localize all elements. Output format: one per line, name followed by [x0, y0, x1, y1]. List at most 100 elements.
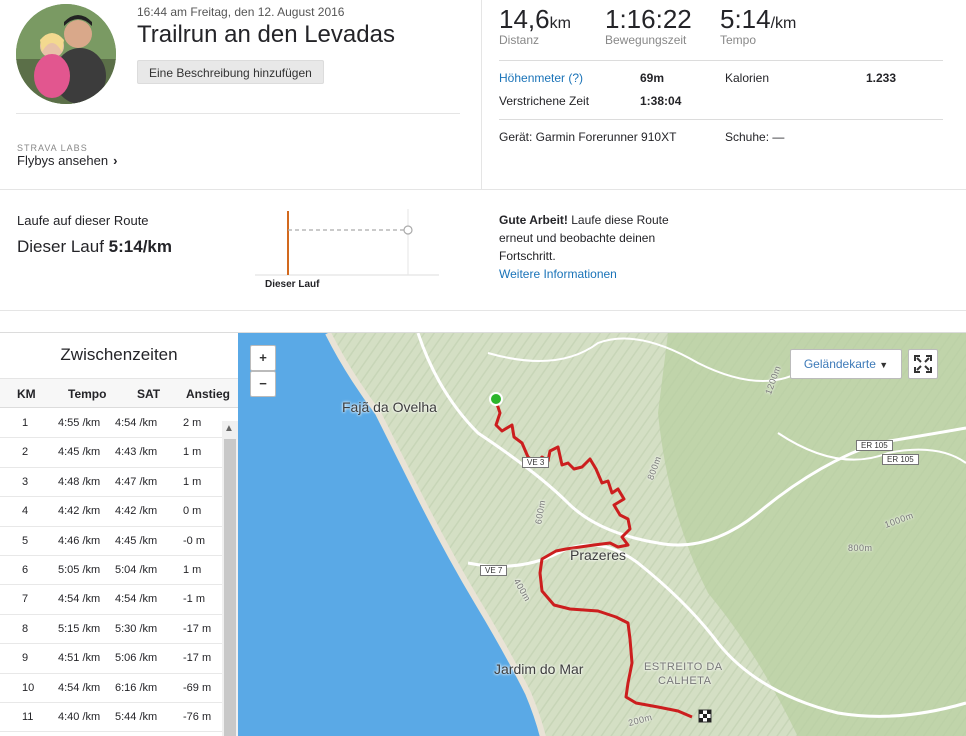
table-row[interactable]: 7 4:54 /km 4:54 /km -1 m [0, 585, 222, 615]
split-sat: 5:04 /km [115, 563, 158, 576]
chevron-up-icon[interactable]: ▲ [224, 423, 234, 434]
split-tempo: 5:05 /km [58, 563, 101, 576]
split-sat: 4:54 /km [115, 593, 158, 606]
table-row[interactable]: 11 4:40 /km 5:44 /km -76 m [0, 703, 222, 733]
split-sat: 4:43 /km [115, 446, 158, 459]
split-km: 8 [22, 622, 29, 635]
column-header-km: KM [17, 387, 36, 401]
distance-value: 14,6 [499, 4, 550, 34]
split-anstieg: -17 m [183, 622, 212, 635]
stat-pace: 5:14/km Tempo [720, 4, 796, 47]
split-km: 4 [22, 505, 29, 518]
divider [16, 113, 460, 114]
table-row[interactable]: 6 5:05 /km 5:04 /km 1 m [0, 556, 222, 586]
split-tempo: 4:46 /km [58, 534, 101, 547]
column-header-anstieg: Anstieg [186, 387, 231, 401]
route-start-marker [489, 392, 503, 406]
table-row[interactable]: 10 4:54 /km 6:16 /km -69 m [0, 674, 222, 703]
pace-value: 5:14 [720, 4, 771, 34]
split-km: 2 [22, 446, 29, 459]
route-title: Laufe auf dieser Route [17, 213, 149, 228]
column-header-tempo: Tempo [68, 387, 107, 401]
table-row[interactable]: 8 5:15 /km 5:30 /km -17 m [0, 615, 222, 645]
splits-header: KM Tempo SAT Anstieg [0, 378, 238, 408]
split-sat: 4:45 /km [115, 534, 158, 547]
calories-label: Kalorien [725, 71, 770, 85]
split-anstieg: 1 m [183, 446, 202, 459]
split-km: 3 [22, 475, 29, 488]
table-row[interactable]: 1 4:55 /km 4:54 /km 2 m [0, 409, 222, 439]
moving-time-label: Bewegungszeit [605, 33, 687, 47]
split-anstieg: 1 m [183, 563, 202, 576]
scrollbar-thumb[interactable] [224, 439, 236, 736]
table-row[interactable]: 9 4:51 /km 5:06 /km -17 m [0, 644, 222, 674]
route-map[interactable]: Fajã da Ovelha Prazeres Jardim do Mar ES… [238, 333, 966, 736]
caret-down-icon: ▼ [879, 360, 889, 370]
split-tempo: 4:42 /km [58, 505, 101, 518]
split-sat: 4:47 /km [115, 475, 158, 488]
activity-summary: 16:44 am Freitag, den 12. August 2016 Tr… [0, 0, 482, 190]
fullscreen-button[interactable] [908, 349, 938, 379]
split-km: 7 [22, 593, 29, 606]
split-sat: 5:06 /km [115, 652, 158, 665]
zoom-in-button[interactable]: + [250, 345, 276, 371]
split-tempo: 5:15 /km [58, 622, 101, 635]
distance-unit: km [549, 15, 571, 32]
elapsed-time-label: Verstrichene Zeit [499, 94, 590, 108]
route-current-run: Dieser Lauf 5:14/km [17, 237, 172, 257]
details-section: Zwischenzeiten KM Tempo SAT Anstieg 1 4:5… [0, 332, 966, 736]
split-anstieg: 2 m [183, 417, 202, 429]
map-layer-select[interactable]: Geländekarte ▼ [790, 349, 902, 379]
split-anstieg: -69 m [183, 681, 212, 694]
split-km: 6 [22, 563, 29, 576]
zoom-out-button[interactable]: − [250, 371, 276, 397]
split-sat: 4:42 /km [115, 505, 158, 518]
split-anstieg: -0 m [183, 534, 205, 547]
road-badge-ve3: VE 3 [522, 457, 550, 468]
road-badge-er105-b: ER 105 [882, 454, 919, 465]
flybys-link[interactable]: Flybys ansehen › [17, 153, 117, 168]
split-anstieg: -1 m [183, 593, 205, 606]
split-tempo: 4:55 /km [58, 417, 101, 429]
table-row[interactable]: 2 4:45 /km 4:43 /km 1 m [0, 438, 222, 468]
divider [499, 60, 943, 61]
road-badge-ve7: VE 7 [480, 565, 508, 576]
map-label-faja: Fajã da Ovelha [342, 399, 437, 415]
route-message-bold: Gute Arbeit! [499, 213, 568, 227]
elevation-help-link[interactable]: Höhenmeter (?) [499, 71, 583, 85]
avatar[interactable] [16, 4, 116, 104]
split-sat: 6:16 /km [115, 681, 158, 694]
road-badge-er105-a: ER 105 [856, 440, 893, 451]
elevation-value: 69m [640, 71, 665, 85]
splits-title: Zwischenzeiten [60, 345, 178, 364]
split-anstieg: -76 m [183, 710, 212, 723]
route-run-label: Dieser Lauf [17, 237, 104, 256]
table-row[interactable]: 3 4:48 /km 4:47 /km 1 m [0, 468, 222, 498]
split-km: 1 [22, 417, 29, 429]
more-info-link[interactable]: Weitere Informationen [499, 267, 617, 281]
table-row[interactable]: 5 4:46 /km 4:45 /km -0 m [0, 527, 222, 556]
column-header-sat: SAT [137, 387, 161, 401]
pace-label: Tempo [720, 33, 757, 47]
table-row[interactable]: 4 4:42 /km 4:42 /km 0 m [0, 497, 222, 527]
calories-value: 1.233 [866, 71, 897, 85]
route-effort-chart: Dieser Lauf [255, 209, 445, 295]
flybys-label[interactable]: Flybys ansehen [17, 153, 108, 168]
fullscreen-icon [914, 355, 932, 373]
splits-scrollbar[interactable]: ▲ [222, 421, 238, 736]
map-label-prazeres: Prazeres [570, 547, 627, 563]
route-run-pace: 5:14/km [108, 237, 172, 256]
split-tempo: 4:51 /km [58, 652, 101, 665]
split-tempo: 4:40 /km [58, 710, 101, 723]
activity-header: 16:44 am Freitag, den 12. August 2016 Tr… [0, 0, 966, 190]
map-layer-label[interactable]: Geländekarte [804, 357, 876, 371]
splits-panel: Zwischenzeiten KM Tempo SAT Anstieg 1 4:5… [0, 333, 238, 736]
split-km: 10 [22, 681, 35, 694]
split-tempo: 4:48 /km [58, 475, 101, 488]
elapsed-time-value: 1:38:04 [640, 94, 682, 108]
distance-label: Distanz [499, 33, 540, 47]
split-km: 5 [22, 534, 29, 547]
add-description-button[interactable]: Eine Beschreibung hinzufügen [137, 60, 324, 84]
shoes-info: Schuhe: — [725, 130, 785, 144]
route-comparison: Laufe auf dieser Route Dieser Lauf 5:14/… [0, 191, 966, 311]
